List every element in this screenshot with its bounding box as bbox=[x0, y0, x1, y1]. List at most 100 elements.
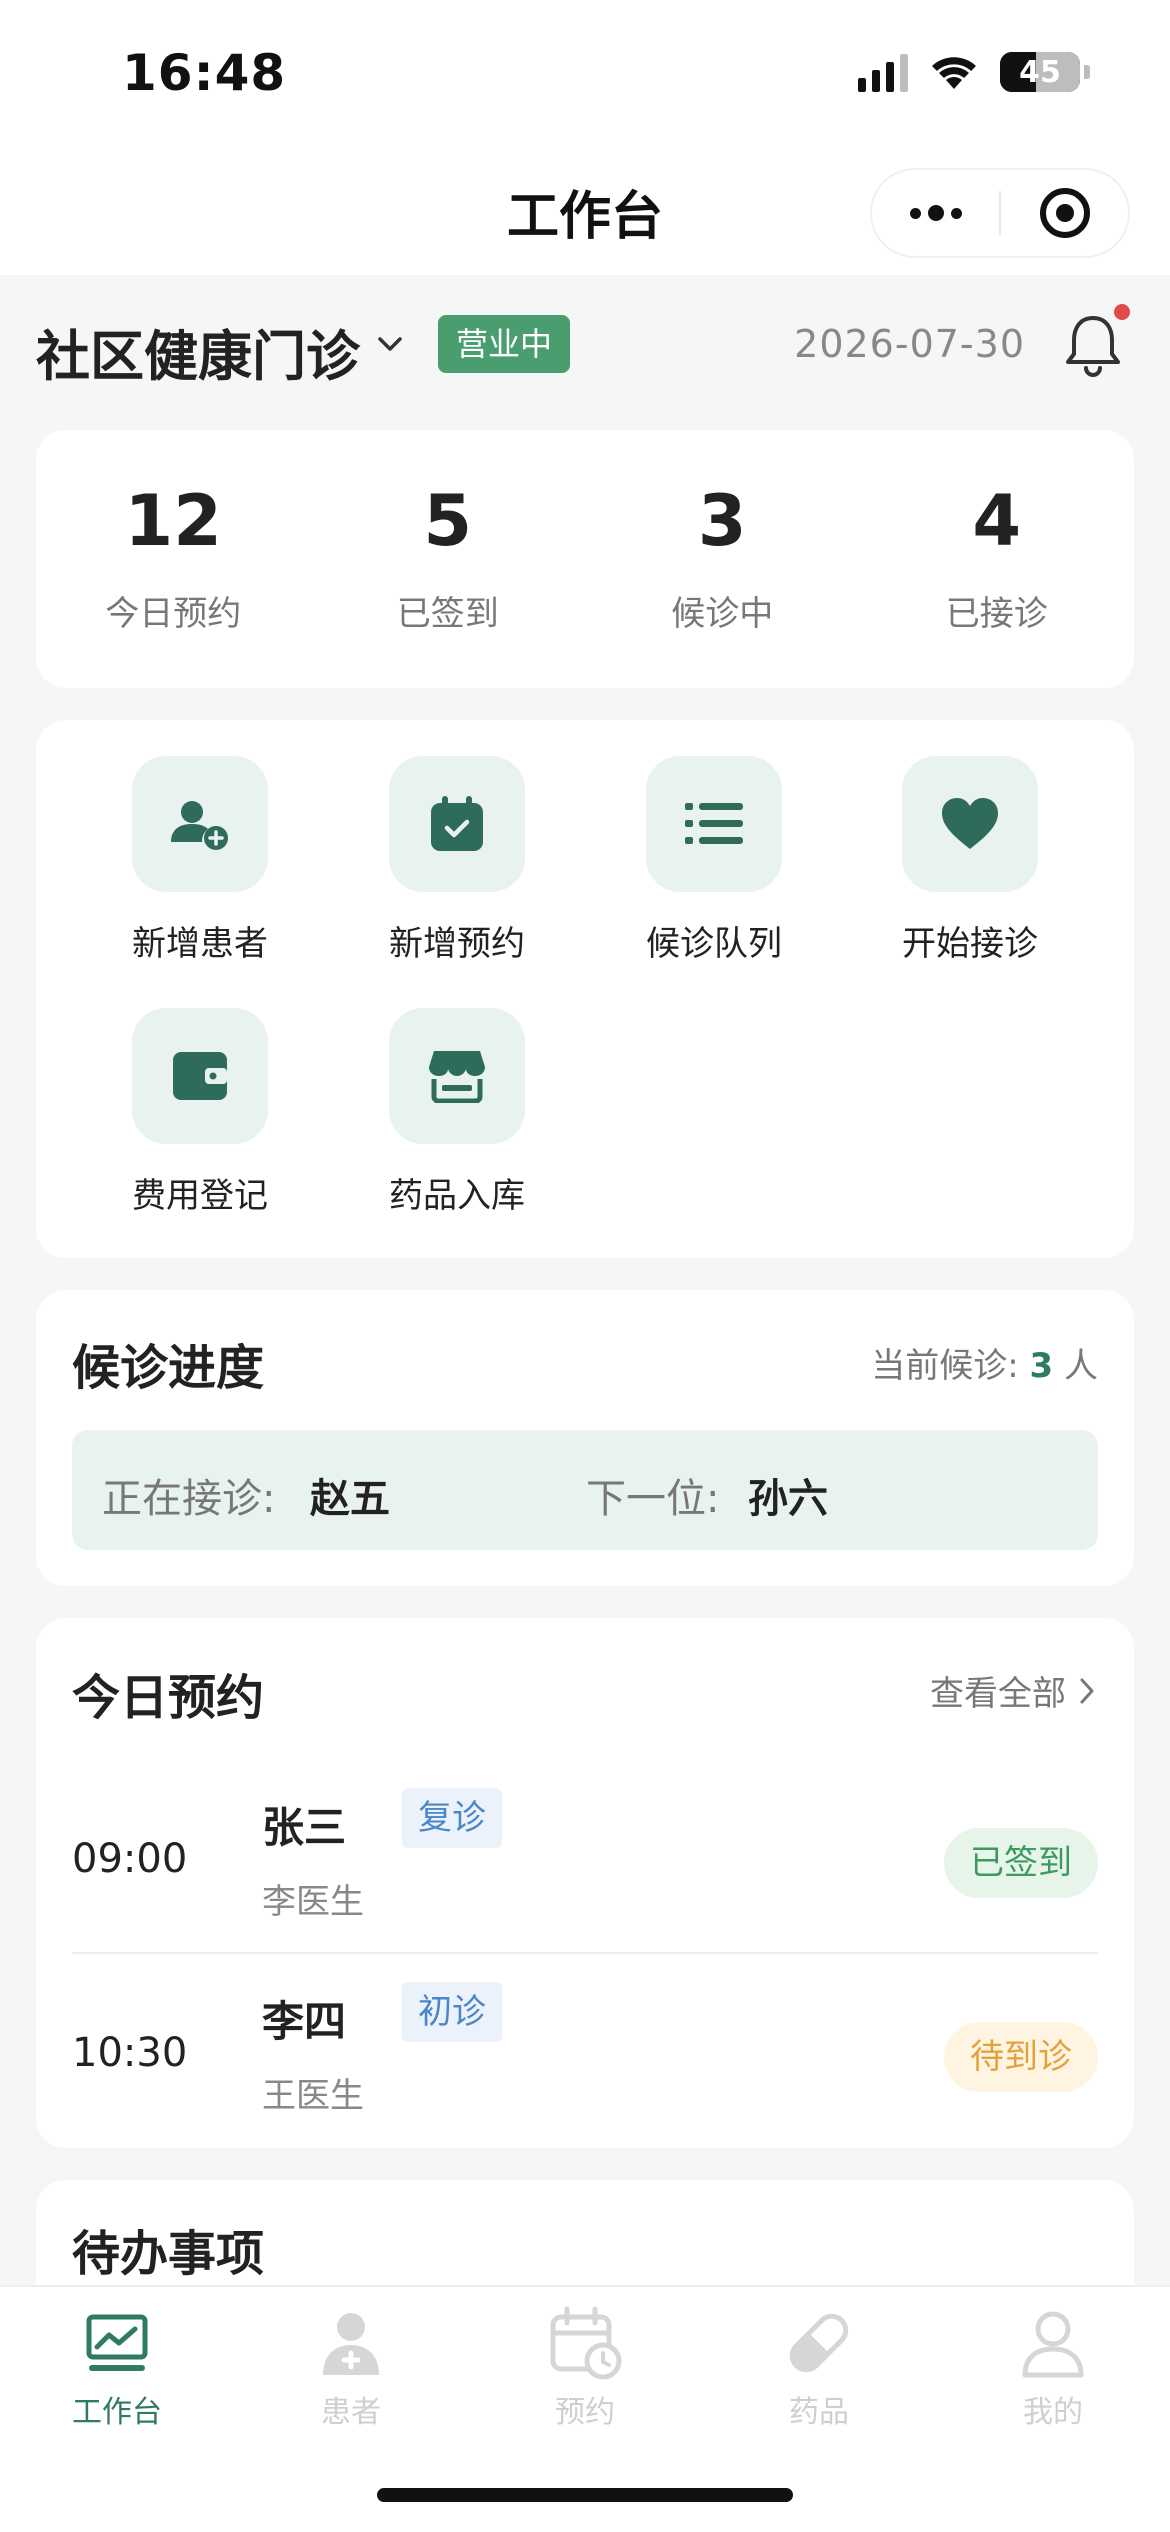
home-indicator[interactable] bbox=[377, 2488, 793, 2502]
stat-value: 5 bbox=[423, 480, 473, 562]
tab-workbench[interactable]: 工作台 bbox=[0, 2305, 234, 2431]
wifi-icon bbox=[932, 57, 976, 89]
battery-tip bbox=[1084, 65, 1090, 79]
close-mini-program-button[interactable] bbox=[1001, 170, 1128, 256]
appointment-time: 10:30 bbox=[72, 2030, 188, 2076]
action-icon-box bbox=[132, 756, 268, 892]
heart-icon bbox=[942, 798, 998, 849]
tab-label: 药品 bbox=[789, 2395, 849, 2430]
doctor-name: 王医生 bbox=[262, 2076, 364, 2116]
stats-card: 12 今日预约 5 已签到 3 候诊中 4 已接诊 bbox=[36, 430, 1134, 688]
waiting-count: 当前候诊: 3 人 bbox=[871, 1338, 1098, 1387]
waiting-count-unit: 人 bbox=[1064, 1346, 1098, 1386]
tab-label: 我的 bbox=[1023, 2395, 1083, 2430]
patient-name: 李四 bbox=[262, 1997, 347, 2046]
action-icon-box bbox=[389, 756, 525, 892]
stat-today-appointments[interactable]: 12 今日预约 bbox=[36, 430, 311, 688]
visit-type-tag: 复诊 bbox=[402, 1788, 502, 1848]
status-time: 16:48 bbox=[122, 44, 287, 102]
stat-consulted[interactable]: 4 已接诊 bbox=[860, 430, 1135, 688]
add-appointment-button[interactable]: 新增预约 bbox=[357, 756, 557, 965]
queue-status-bar[interactable]: 正在接诊: 赵五 下一位: 孙六 bbox=[72, 1430, 1098, 1550]
stat-label: 已签到 bbox=[396, 594, 499, 634]
section-title: 待办事项 bbox=[72, 2226, 265, 2282]
waiting-queue-button[interactable]: 候诊队列 bbox=[614, 756, 814, 965]
appointment-row[interactable]: 10:30 李四 初诊 王医生 待到诊 bbox=[72, 1958, 1098, 2148]
clinic-header: 社区健康门诊 营业中 2026-07-30 bbox=[0, 300, 1170, 390]
mini-program-capsule bbox=[870, 168, 1130, 258]
tab-label: 患者 bbox=[321, 2395, 381, 2430]
waiting-count-value: 3 bbox=[1029, 1346, 1054, 1386]
next-patient-label: 下一位: bbox=[586, 1476, 720, 1522]
action-icon-box bbox=[389, 1008, 525, 1144]
pill-icon bbox=[789, 2313, 849, 2373]
bell-icon[interactable] bbox=[1060, 310, 1126, 380]
battery-icon: 45 bbox=[1000, 52, 1080, 92]
tab-label: 工作台 bbox=[72, 2395, 162, 2430]
stat-label: 今日预约 bbox=[105, 594, 242, 634]
tab-profile[interactable]: 我的 bbox=[936, 2305, 1170, 2431]
stat-label: 候诊中 bbox=[671, 594, 774, 634]
action-label: 费用登记 bbox=[132, 1176, 268, 1216]
visit-type-tag: 初诊 bbox=[402, 1982, 502, 2042]
more-button[interactable] bbox=[872, 170, 999, 256]
notification-dot bbox=[1114, 304, 1130, 320]
stat-value: 3 bbox=[697, 480, 747, 562]
drug-stock-in-button[interactable]: 药品入库 bbox=[357, 1008, 557, 1217]
add-user-icon bbox=[171, 801, 228, 850]
action-label: 开始接诊 bbox=[902, 924, 1038, 964]
fee-registration-button[interactable]: 费用登记 bbox=[100, 1008, 300, 1217]
current-patient-name: 赵五 bbox=[310, 1476, 390, 1522]
action-icon-box bbox=[902, 756, 1038, 892]
navigation-bar: 工作台 bbox=[0, 150, 1170, 275]
tab-appointments[interactable]: 预约 bbox=[468, 2305, 702, 2431]
queue-progress-card: 候诊进度 当前候诊: 3 人 正在接诊: 赵五 下一位: 孙六 bbox=[36, 1290, 1134, 1586]
stat-label: 已接诊 bbox=[945, 594, 1048, 634]
action-label: 新增患者 bbox=[132, 924, 268, 964]
tab-label: 预约 bbox=[555, 2395, 615, 2430]
dashboard-icon bbox=[86, 2314, 148, 2371]
stat-waiting[interactable]: 3 候诊中 bbox=[585, 430, 860, 688]
section-title: 今日预约 bbox=[72, 1670, 265, 1726]
target-circle-icon bbox=[1039, 188, 1090, 238]
patient-name: 张三 bbox=[262, 1803, 347, 1852]
current-patient-label: 正在接诊: bbox=[102, 1476, 276, 1522]
section-title: 候诊进度 bbox=[72, 1340, 265, 1396]
calendar-check-icon bbox=[431, 796, 483, 851]
more-dots-icon bbox=[909, 205, 962, 221]
action-icon-box bbox=[646, 756, 782, 892]
status-bar: 16:48 45 bbox=[0, 0, 1170, 150]
cellular-signal-icon bbox=[858, 52, 908, 92]
chevron-down-icon[interactable] bbox=[372, 326, 408, 362]
current-date: 2026-07-30 bbox=[794, 322, 1025, 366]
store-icon bbox=[429, 1051, 485, 1103]
start-consultation-button[interactable]: 开始接诊 bbox=[870, 756, 1070, 965]
appointment-status-badge: 待到诊 bbox=[944, 2022, 1098, 2092]
chevron-right-icon bbox=[1080, 1678, 1094, 1703]
battery-level: 45 bbox=[1019, 54, 1061, 90]
next-patient-name: 孙六 bbox=[748, 1476, 828, 1522]
today-appointments-card: 今日预约 查看全部 09:00 张三 复诊 李医生 已签到 10:30 李四 初… bbox=[36, 1618, 1134, 2148]
appointment-row[interactable]: 09:00 张三 复诊 李医生 已签到 bbox=[72, 1764, 1098, 1954]
clinic-selector[interactable]: 社区健康门诊 bbox=[36, 312, 360, 391]
patient-icon bbox=[323, 2313, 379, 2375]
add-patient-button[interactable]: 新增患者 bbox=[100, 756, 300, 965]
action-label: 候诊队列 bbox=[646, 924, 782, 964]
stat-value: 4 bbox=[972, 480, 1022, 562]
open-status-badge: 营业中 bbox=[438, 315, 571, 373]
list-icon bbox=[685, 803, 743, 844]
view-all-label: 查看全部 bbox=[930, 1674, 1066, 1714]
tab-patients[interactable]: 患者 bbox=[234, 2305, 468, 2431]
doctor-name: 李医生 bbox=[262, 1882, 364, 1922]
profile-icon bbox=[1022, 2311, 1084, 2378]
view-all-link[interactable]: 查看全部 bbox=[930, 1666, 1098, 1715]
tab-drugs[interactable]: 药品 bbox=[702, 2305, 936, 2431]
calendar-clock-icon bbox=[550, 2306, 622, 2380]
quick-actions-card: 新增患者 新增预约 候诊队列 开始接诊 费用登记 药品入库 bbox=[36, 720, 1134, 1258]
stat-value: 12 bbox=[124, 480, 222, 562]
waiting-count-prefix: 当前候诊: bbox=[871, 1346, 1019, 1386]
appointment-status-badge: 已签到 bbox=[944, 1828, 1098, 1898]
action-icon-box bbox=[132, 1008, 268, 1144]
action-label: 新增预约 bbox=[389, 924, 525, 964]
stat-checked-in[interactable]: 5 已签到 bbox=[311, 430, 586, 688]
